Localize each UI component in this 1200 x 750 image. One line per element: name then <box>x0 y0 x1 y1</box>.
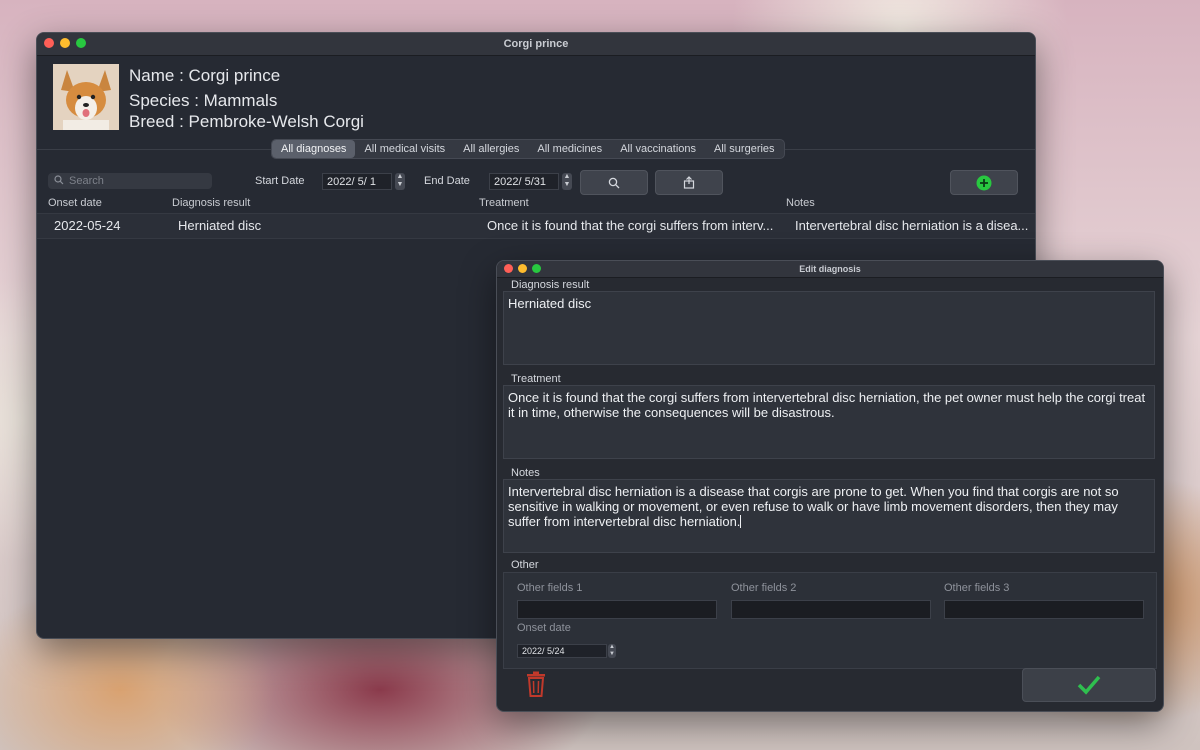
trash-icon <box>527 671 545 697</box>
start-date-stepper[interactable]: ▲ ▼ <box>395 173 405 190</box>
other-label: Other <box>511 559 539 571</box>
other-fields-2-input[interactable] <box>731 600 931 619</box>
tab-all-medicines[interactable]: All medicines <box>528 140 611 158</box>
end-date-label: End Date <box>424 175 470 187</box>
other-fields-2-label: Other fields 2 <box>731 582 797 594</box>
close-button[interactable] <box>44 38 54 48</box>
column-header-notes[interactable]: Notes <box>786 197 815 209</box>
delete-button[interactable] <box>525 671 547 702</box>
treatment-text: Once it is found that the corgi suffers … <box>508 390 1146 420</box>
dialog-titlebar: Edit diagnosis <box>497 261 1163 278</box>
other-fields-1-label: Other fields 1 <box>517 582 583 594</box>
tab-all-medical-visits[interactable]: All medical visits <box>355 140 454 158</box>
other-fields-1-input[interactable] <box>517 600 717 619</box>
cell-notes: Intervertebral disc herniation is a dise… <box>795 218 1029 233</box>
edit-diagnosis-dialog: Edit diagnosis Diagnosis result Herniate… <box>496 260 1164 712</box>
treatment-textarea[interactable]: Once it is found that the corgi suffers … <box>503 385 1155 459</box>
other-fields-3-label: Other fields 3 <box>944 582 1010 594</box>
tab-all-diagnoses[interactable]: All diagnoses <box>272 140 356 158</box>
pet-header: Name : Corgi prince Species : Mammals Br… <box>37 56 1035 146</box>
dialog-zoom-button[interactable] <box>532 264 541 273</box>
search-input[interactable]: Search <box>48 173 212 189</box>
pet-species: Species : Mammals <box>129 91 278 110</box>
other-fields-3-input[interactable] <box>944 600 1144 619</box>
diagnosis-result-textarea[interactable]: Herniated disc <box>503 291 1155 365</box>
treatment-label: Treatment <box>511 373 561 385</box>
search-icon <box>54 174 64 188</box>
export-icon <box>683 176 695 189</box>
tab-all-vaccinations[interactable]: All vaccinations <box>611 140 705 158</box>
window-title: Corgi prince <box>503 38 569 50</box>
cell-diagnosis-result: Herniated disc <box>178 218 262 233</box>
dialog-window-controls <box>504 264 541 273</box>
onset-date-field[interactable]: 2022/ 5/24 <box>517 644 607 658</box>
onset-date-label: Onset date <box>517 622 571 634</box>
tab-all-surgeries[interactable]: All surgeries <box>705 140 784 158</box>
tab-all-allergies[interactable]: All allergies <box>454 140 528 158</box>
main-titlebar: Corgi prince <box>37 33 1035 56</box>
window-controls <box>44 38 86 48</box>
notes-text: Intervertebral disc herniation is a dise… <box>508 484 1119 529</box>
save-button[interactable] <box>1022 668 1156 702</box>
diagnosis-result-label: Diagnosis result <box>511 279 590 291</box>
dialog-close-button[interactable] <box>504 264 513 273</box>
notes-label: Notes <box>511 467 540 479</box>
export-button[interactable] <box>655 170 723 195</box>
other-fields-group: Other fields 1 Other fields 2 Other fiel… <box>503 572 1157 669</box>
dialog-title: Edit diagnosis <box>799 264 861 274</box>
text-cursor <box>740 515 742 528</box>
pet-avatar <box>53 64 119 130</box>
pet-breed: Breed : Pembroke-Welsh Corgi <box>129 112 364 131</box>
cell-treatment: Once it is found that the corgi suffers … <box>487 218 774 233</box>
end-date-field[interactable]: 2022/ 5/31 <box>489 173 559 190</box>
column-header-diagnosis-result[interactable]: Diagnosis result <box>172 197 250 209</box>
start-date-label: Start Date <box>255 175 305 187</box>
column-header-treatment[interactable]: Treatment <box>479 197 529 209</box>
table-row[interactable]: 2022-05-24 Herniated disc Once it is fou… <box>37 213 1035 239</box>
notes-textarea[interactable]: Intervertebral disc herniation is a dise… <box>503 479 1155 553</box>
end-date-stepper[interactable]: ▲ ▼ <box>562 173 572 190</box>
dialog-minimize-button[interactable] <box>518 264 527 273</box>
search-placeholder: Search <box>69 175 104 187</box>
minimize-button[interactable] <box>60 38 70 48</box>
onset-date-stepper[interactable]: ▲ ▼ <box>608 644 616 658</box>
search-button[interactable] <box>580 170 648 195</box>
pet-name: Name : Corgi prince <box>129 66 281 85</box>
zoom-button[interactable] <box>76 38 86 48</box>
search-icon <box>608 177 620 188</box>
diagnosis-result-text: Herniated disc <box>508 296 592 311</box>
start-date-field[interactable]: 2022/ 5/ 1 <box>322 173 392 190</box>
cell-onset-date: 2022-05-24 <box>54 218 121 233</box>
checkmark-icon <box>1077 675 1101 695</box>
add-icon <box>976 175 992 190</box>
column-header-onset-date[interactable]: Onset date <box>48 197 102 209</box>
add-diagnosis-button[interactable] <box>950 170 1018 195</box>
record-tabs: All diagnoses All medical visits All all… <box>271 139 785 159</box>
